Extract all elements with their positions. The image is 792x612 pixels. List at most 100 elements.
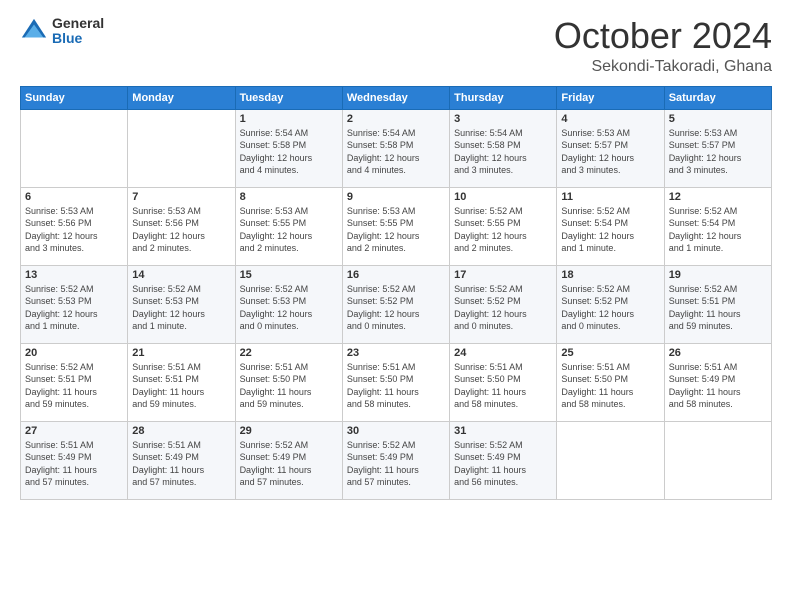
day-info: Sunrise: 5:52 AM Sunset: 5:55 PM Dayligh… xyxy=(454,205,552,255)
table-cell xyxy=(21,109,128,187)
table-cell: 29 Sunrise: 5:52 AM Sunset: 5:49 PM Dayli… xyxy=(235,421,342,499)
table-cell: 5 Sunrise: 5:53 AM Sunset: 5:57 PM Daylig… xyxy=(664,109,771,187)
day-number: 18 xyxy=(561,269,659,281)
table-cell: 20 Sunrise: 5:52 AM Sunset: 5:51 PM Dayli… xyxy=(21,343,128,421)
week-row-3: 13 Sunrise: 5:52 AM Sunset: 5:53 PM Dayli… xyxy=(21,265,772,343)
table-cell: 19 Sunrise: 5:52 AM Sunset: 5:51 PM Dayli… xyxy=(664,265,771,343)
day-number: 16 xyxy=(347,269,445,281)
day-info: Sunrise: 5:54 AM Sunset: 5:58 PM Dayligh… xyxy=(347,127,445,177)
day-info: Sunrise: 5:53 AM Sunset: 5:56 PM Dayligh… xyxy=(132,205,230,255)
table-cell: 14 Sunrise: 5:52 AM Sunset: 5:53 PM Dayli… xyxy=(128,265,235,343)
day-info: Sunrise: 5:53 AM Sunset: 5:57 PM Dayligh… xyxy=(669,127,767,177)
table-cell: 10Sunrise: 5:52 AM Sunset: 5:55 PM Dayli… xyxy=(450,187,557,265)
header-tuesday: Tuesday xyxy=(235,86,342,109)
day-info: Sunrise: 5:52 AM Sunset: 5:49 PM Dayligh… xyxy=(240,439,338,489)
table-cell: 7 Sunrise: 5:53 AM Sunset: 5:56 PM Daylig… xyxy=(128,187,235,265)
table-cell xyxy=(664,421,771,499)
table-cell: 8Sunrise: 5:53 AM Sunset: 5:55 PM Daylig… xyxy=(235,187,342,265)
day-info: Sunrise: 5:52 AM Sunset: 5:52 PM Dayligh… xyxy=(347,283,445,333)
table-cell: 25 Sunrise: 5:51 AM Sunset: 5:50 PM Dayli… xyxy=(557,343,664,421)
day-info: Sunrise: 5:51 AM Sunset: 5:49 PM Dayligh… xyxy=(25,439,123,489)
calendar-location: Sekondi-Takoradi, Ghana xyxy=(554,58,772,76)
logo-icon xyxy=(20,17,48,45)
day-number: 25 xyxy=(561,347,659,359)
calendar-table: Sunday Monday Tuesday Wednesday Thursday… xyxy=(20,86,772,500)
day-number: 12 xyxy=(669,191,767,203)
table-cell: 23 Sunrise: 5:51 AM Sunset: 5:50 PM Dayli… xyxy=(342,343,449,421)
table-cell: 2Sunrise: 5:54 AM Sunset: 5:58 PM Daylig… xyxy=(342,109,449,187)
day-info: Sunrise: 5:53 AM Sunset: 5:57 PM Dayligh… xyxy=(561,127,659,177)
table-cell: 17 Sunrise: 5:52 AM Sunset: 5:52 PM Dayli… xyxy=(450,265,557,343)
table-cell: 12 Sunrise: 5:52 AM Sunset: 5:54 PM Dayli… xyxy=(664,187,771,265)
week-row-1: 1 Sunrise: 5:54 AM Sunset: 5:58 PM Daylig… xyxy=(21,109,772,187)
table-cell: 16 Sunrise: 5:52 AM Sunset: 5:52 PM Dayli… xyxy=(342,265,449,343)
day-number: 27 xyxy=(25,425,123,437)
day-info: Sunrise: 5:51 AM Sunset: 5:50 PM Dayligh… xyxy=(561,361,659,411)
table-cell: 28Sunrise: 5:51 AM Sunset: 5:49 PM Dayli… xyxy=(128,421,235,499)
day-number: 8 xyxy=(240,191,338,203)
day-number: 14 xyxy=(132,269,230,281)
day-number: 4 xyxy=(561,113,659,125)
day-info: Sunrise: 5:52 AM Sunset: 5:54 PM Dayligh… xyxy=(669,205,767,255)
day-number: 24 xyxy=(454,347,552,359)
table-cell: 4 Sunrise: 5:53 AM Sunset: 5:57 PM Daylig… xyxy=(557,109,664,187)
day-number: 20 xyxy=(25,347,123,359)
table-cell: 21 Sunrise: 5:51 AM Sunset: 5:51 PM Dayli… xyxy=(128,343,235,421)
day-info: Sunrise: 5:52 AM Sunset: 5:51 PM Dayligh… xyxy=(25,361,123,411)
day-number: 30 xyxy=(347,425,445,437)
day-number: 26 xyxy=(669,347,767,359)
day-number: 29 xyxy=(240,425,338,437)
day-info: Sunrise: 5:52 AM Sunset: 5:49 PM Dayligh… xyxy=(454,439,552,489)
week-row-4: 20 Sunrise: 5:52 AM Sunset: 5:51 PM Dayli… xyxy=(21,343,772,421)
day-number: 19 xyxy=(669,269,767,281)
day-number: 7 xyxy=(132,191,230,203)
table-cell: 13Sunrise: 5:52 AM Sunset: 5:53 PM Dayli… xyxy=(21,265,128,343)
table-cell: 3Sunrise: 5:54 AM Sunset: 5:58 PM Daylig… xyxy=(450,109,557,187)
day-info: Sunrise: 5:52 AM Sunset: 5:52 PM Dayligh… xyxy=(454,283,552,333)
table-cell xyxy=(557,421,664,499)
day-info: Sunrise: 5:52 AM Sunset: 5:49 PM Dayligh… xyxy=(347,439,445,489)
logo-general-text: General xyxy=(52,16,104,31)
logo-blue-text: Blue xyxy=(52,31,104,46)
page-header: General Blue October 2024 Sekondi-Takora… xyxy=(20,16,772,76)
table-cell: 9 Sunrise: 5:53 AM Sunset: 5:55 PM Daylig… xyxy=(342,187,449,265)
table-cell: 1 Sunrise: 5:54 AM Sunset: 5:58 PM Daylig… xyxy=(235,109,342,187)
day-number: 15 xyxy=(240,269,338,281)
day-info: Sunrise: 5:52 AM Sunset: 5:53 PM Dayligh… xyxy=(132,283,230,333)
day-info: Sunrise: 5:51 AM Sunset: 5:51 PM Dayligh… xyxy=(132,361,230,411)
day-info: Sunrise: 5:52 AM Sunset: 5:51 PM Dayligh… xyxy=(669,283,767,333)
day-info: Sunrise: 5:54 AM Sunset: 5:58 PM Dayligh… xyxy=(454,127,552,177)
header-wednesday: Wednesday xyxy=(342,86,449,109)
day-number: 1 xyxy=(240,113,338,125)
header-thursday: Thursday xyxy=(450,86,557,109)
header-monday: Monday xyxy=(128,86,235,109)
day-number: 9 xyxy=(347,191,445,203)
day-info: Sunrise: 5:54 AM Sunset: 5:58 PM Dayligh… xyxy=(240,127,338,177)
day-info: Sunrise: 5:52 AM Sunset: 5:52 PM Dayligh… xyxy=(561,283,659,333)
day-number: 31 xyxy=(454,425,552,437)
table-cell: 30 Sunrise: 5:52 AM Sunset: 5:49 PM Dayli… xyxy=(342,421,449,499)
day-info: Sunrise: 5:51 AM Sunset: 5:50 PM Dayligh… xyxy=(240,361,338,411)
day-number: 13 xyxy=(25,269,123,281)
title-block: October 2024 Sekondi-Takoradi, Ghana xyxy=(554,16,772,76)
calendar-title: October 2024 xyxy=(554,16,772,56)
table-cell: 18 Sunrise: 5:52 AM Sunset: 5:52 PM Dayli… xyxy=(557,265,664,343)
table-cell: 15 Sunrise: 5:52 AM Sunset: 5:53 PM Dayli… xyxy=(235,265,342,343)
week-row-2: 6Sunrise: 5:53 AM Sunset: 5:56 PM Daylig… xyxy=(21,187,772,265)
day-info: Sunrise: 5:53 AM Sunset: 5:55 PM Dayligh… xyxy=(347,205,445,255)
day-info: Sunrise: 5:51 AM Sunset: 5:50 PM Dayligh… xyxy=(347,361,445,411)
header-saturday: Saturday xyxy=(664,86,771,109)
day-number: 5 xyxy=(669,113,767,125)
day-info: Sunrise: 5:51 AM Sunset: 5:49 PM Dayligh… xyxy=(132,439,230,489)
day-number: 17 xyxy=(454,269,552,281)
logo: General Blue xyxy=(20,16,104,47)
day-number: 21 xyxy=(132,347,230,359)
day-info: Sunrise: 5:51 AM Sunset: 5:49 PM Dayligh… xyxy=(669,361,767,411)
header-friday: Friday xyxy=(557,86,664,109)
day-info: Sunrise: 5:51 AM Sunset: 5:50 PM Dayligh… xyxy=(454,361,552,411)
day-info: Sunrise: 5:52 AM Sunset: 5:53 PM Dayligh… xyxy=(240,283,338,333)
table-cell: 31 Sunrise: 5:52 AM Sunset: 5:49 PM Dayli… xyxy=(450,421,557,499)
day-number: 23 xyxy=(347,347,445,359)
table-cell: 27 Sunrise: 5:51 AM Sunset: 5:49 PM Dayli… xyxy=(21,421,128,499)
day-number: 22 xyxy=(240,347,338,359)
